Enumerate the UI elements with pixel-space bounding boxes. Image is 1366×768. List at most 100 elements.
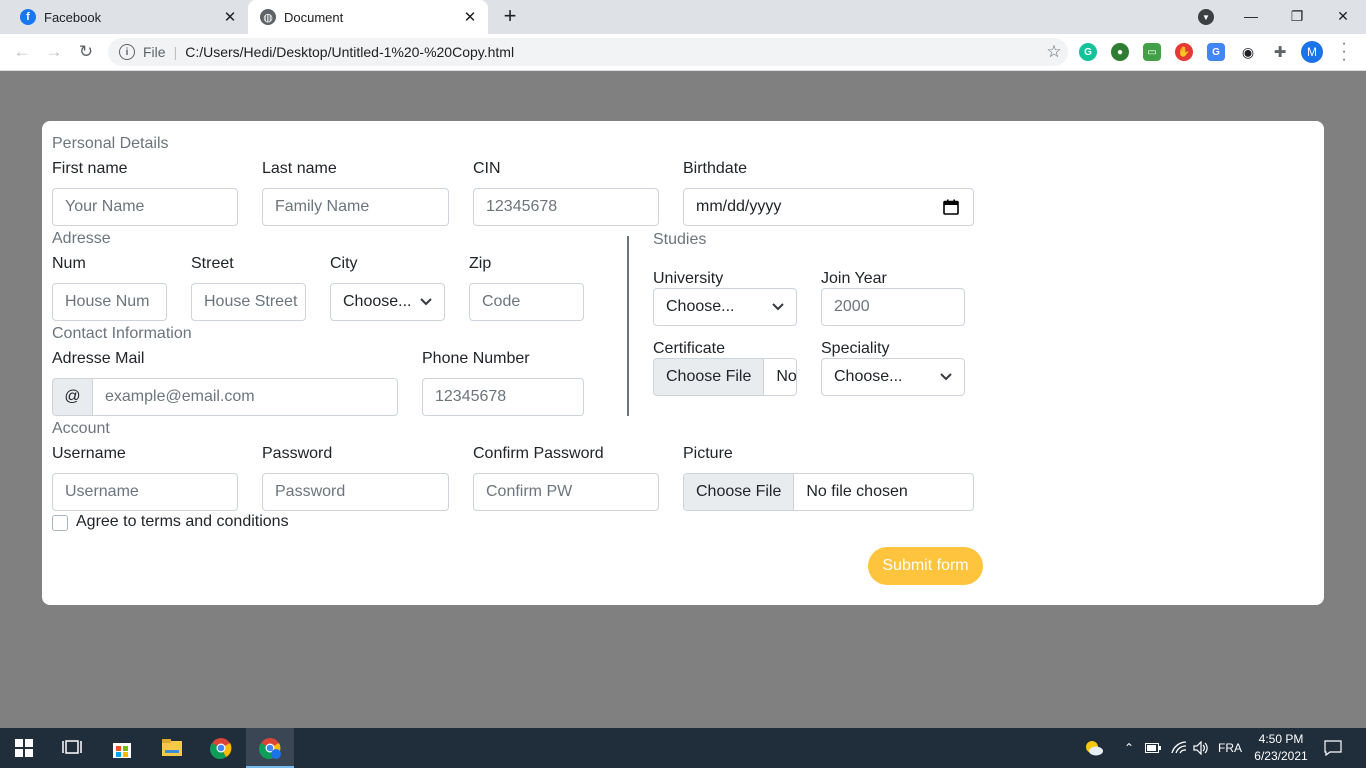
submit-button[interactable]: Submit form <box>868 547 983 585</box>
tab-bar: f Facebook ✕ ◍ Document ✕ + ▼ — ❐ ✕ <box>0 0 1366 34</box>
taskbar-clock[interactable]: 4:50 PM 6/23/2021 <box>1246 731 1316 765</box>
phone-input[interactable]: 12345678 <box>422 378 584 416</box>
registration-form: Personal Details First name Your Name La… <box>42 121 1324 605</box>
tab-title: Document <box>284 9 344 25</box>
certificate-choose-file-button[interactable]: Choose File <box>654 359 765 395</box>
studies-legend: Studies <box>653 231 707 248</box>
translate-icon[interactable]: G <box>1207 43 1225 61</box>
weather-icon[interactable] <box>1082 736 1106 760</box>
certificate-label: Certificate <box>653 340 726 357</box>
grammarly-icon[interactable]: G <box>1079 43 1097 61</box>
windows-taskbar: ⌃ FRA 4:50 PM 6/23/2021 <box>0 728 1366 768</box>
password-label: Password <box>262 445 333 462</box>
num-input[interactable]: House Num <box>52 283 167 321</box>
tray-chevron-up-icon[interactable]: ⌃ <box>1122 728 1136 768</box>
chrome-profile-icon[interactable] <box>258 736 282 760</box>
restore-icon[interactable]: ❐ <box>1274 0 1320 32</box>
last-name-label: Last name <box>262 160 337 177</box>
calendar-icon[interactable] <box>943 199 959 215</box>
info-icon[interactable]: i <box>119 44 135 60</box>
join-year-input[interactable]: 2000 <box>821 288 965 326</box>
certificate-file-input[interactable]: Choose File No <box>653 358 797 396</box>
street-label: Street <box>191 255 234 272</box>
action-center-icon[interactable] <box>1321 736 1345 760</box>
microsoft-store-icon[interactable] <box>110 736 134 760</box>
tab-title: Facebook <box>44 9 102 25</box>
chrome-icon[interactable] <box>209 736 233 760</box>
city-select-value: Choose... <box>343 293 412 310</box>
phone-label: Phone Number <box>422 350 530 367</box>
email-input-group: @ example@email.com <box>52 378 398 416</box>
university-label: University <box>653 270 724 287</box>
birthdate-label: Birthdate <box>683 160 748 177</box>
email-input[interactable]: example@email.com <box>92 378 398 416</box>
clock-time: 4:50 PM <box>1258 732 1304 746</box>
stop-extension-icon[interactable]: ✋ <box>1175 43 1193 61</box>
university-select[interactable]: Choose... <box>653 288 797 326</box>
confirm-password-input[interactable]: Confirm PW <box>473 473 659 511</box>
reload-icon[interactable]: ↻ <box>74 40 98 64</box>
chevron-down-icon <box>772 303 784 311</box>
minimize-icon[interactable]: — <box>1228 0 1274 32</box>
terms-label[interactable]: Agree to terms and conditions <box>76 513 289 531</box>
picture-label: Picture <box>683 445 733 462</box>
first-name-input[interactable]: Your Name <box>52 188 238 226</box>
certificate-file-status: No <box>776 368 797 385</box>
speciality-label: Speciality <box>821 340 890 357</box>
new-tab-button[interactable]: + <box>498 5 522 29</box>
picture-file-input[interactable]: Choose File No file chosen <box>683 473 974 511</box>
picture-file-status: No file chosen <box>806 483 908 500</box>
close-icon[interactable]: ✕ <box>220 8 240 26</box>
account-legend: Account <box>52 420 110 437</box>
file-explorer-icon[interactable] <box>160 736 184 760</box>
cin-label: CIN <box>473 160 501 177</box>
tab-document[interactable]: ◍ Document ✕ <box>248 0 488 34</box>
contact-legend: Contact Information <box>52 325 192 342</box>
speciality-select[interactable]: Choose... <box>821 358 965 396</box>
omnibox-separator: | <box>173 44 178 60</box>
city-select[interactable]: Choose... <box>330 283 445 321</box>
tab-extension-icon[interactable]: ▭ <box>1143 43 1161 61</box>
picture-choose-file-button[interactable]: Choose File <box>684 474 795 510</box>
wifi-icon[interactable] <box>1170 728 1188 768</box>
browser-toolbar: ← → ↻ i File | C:/Users/Hedi/Desktop/Unt… <box>0 34 1366 71</box>
battery-icon[interactable] <box>1144 728 1162 768</box>
forward-arrow-icon[interactable]: → <box>42 40 66 64</box>
cin-input[interactable]: 12345678 <box>473 188 659 226</box>
university-select-value: Choose... <box>666 298 735 315</box>
bookmark-star-icon[interactable]: ☆ <box>1040 42 1068 62</box>
globe-extension-icon[interactable]: ● <box>1111 43 1129 61</box>
address-bar[interactable]: i File | C:/Users/Hedi/Desktop/Untitled-… <box>108 38 1068 66</box>
terms-checkbox[interactable] <box>52 515 68 531</box>
windows-start-icon[interactable] <box>12 736 36 760</box>
language-indicator[interactable]: FRA <box>1218 728 1242 768</box>
close-icon[interactable]: ✕ <box>460 8 480 26</box>
task-view-icon[interactable] <box>60 736 84 760</box>
confirm-password-label: Confirm Password <box>473 445 604 462</box>
profile-avatar[interactable]: M <box>1301 41 1323 63</box>
volume-icon[interactable] <box>1192 728 1210 768</box>
chevron-down-icon <box>420 298 432 306</box>
last-name-input[interactable]: Family Name <box>262 188 449 226</box>
password-input[interactable]: Password <box>262 473 449 511</box>
join-year-label: Join Year <box>821 270 887 287</box>
street-input[interactable]: House Street <box>191 283 306 321</box>
zip-label: Zip <box>469 255 492 272</box>
eye-extension-icon[interactable]: ◉ <box>1239 43 1257 61</box>
zip-input[interactable]: Code <box>469 283 584 321</box>
num-label: Num <box>52 255 86 272</box>
tab-facebook[interactable]: f Facebook ✕ <box>8 0 248 34</box>
username-input[interactable]: Username <box>52 473 238 511</box>
puzzle-icon[interactable]: ✚ <box>1271 43 1289 61</box>
back-arrow-icon[interactable]: ← <box>10 40 34 64</box>
section-divider <box>627 236 629 416</box>
city-label: City <box>330 255 358 272</box>
window-close-icon[interactable]: ✕ <box>1320 0 1366 32</box>
clock-date: 6/23/2021 <box>1254 749 1308 763</box>
url-text[interactable]: C:/Users/Hedi/Desktop/Untitled-1%20-%20C… <box>185 44 1040 60</box>
birthdate-input[interactable]: mm/dd/yyyy <box>683 188 974 226</box>
menu-dots-icon[interactable]: · · · <box>1338 36 1350 68</box>
birthdate-value: mm/dd/yyyy <box>696 198 782 215</box>
tab-search-icon[interactable]: ▼ <box>1198 9 1214 25</box>
facebook-icon: f <box>20 9 36 25</box>
